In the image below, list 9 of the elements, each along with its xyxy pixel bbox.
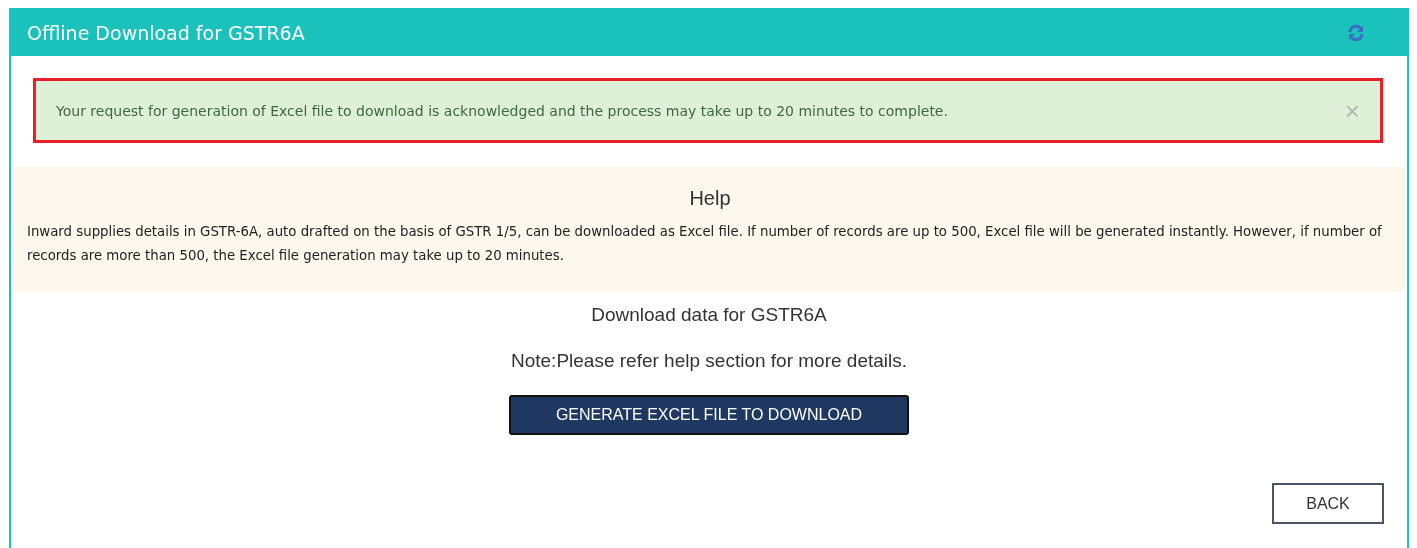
alert-message: Your request for generation of Excel file to download is acknowledged and the process may take up to 20 minutes to complete. [56, 102, 948, 119]
refresh-icon[interactable] [1347, 24, 1365, 42]
generate-button[interactable]: GENERATE EXCEL FILE TO DOWNLOAD [509, 395, 909, 435]
note-text: Note:Please refer help section for more details. [511, 350, 907, 372]
help-text: Inward supplies details in GSTR-6A, auto drafted on the basis of GSTR 1/5, can be downloaded as Excel file. If number of records are up to 500, Excel file will be generated instantly. However, if number of records are more than 500, the Excel file generation may take up to 20 minutes. [27, 223, 1383, 265]
download-heading: Download data for GSTR6A [591, 304, 827, 326]
help-heading: Help [688, 187, 732, 210]
panel-title: Offline Download for GSTR6A [27, 22, 305, 44]
back-button[interactable]: BACK [1272, 483, 1384, 524]
